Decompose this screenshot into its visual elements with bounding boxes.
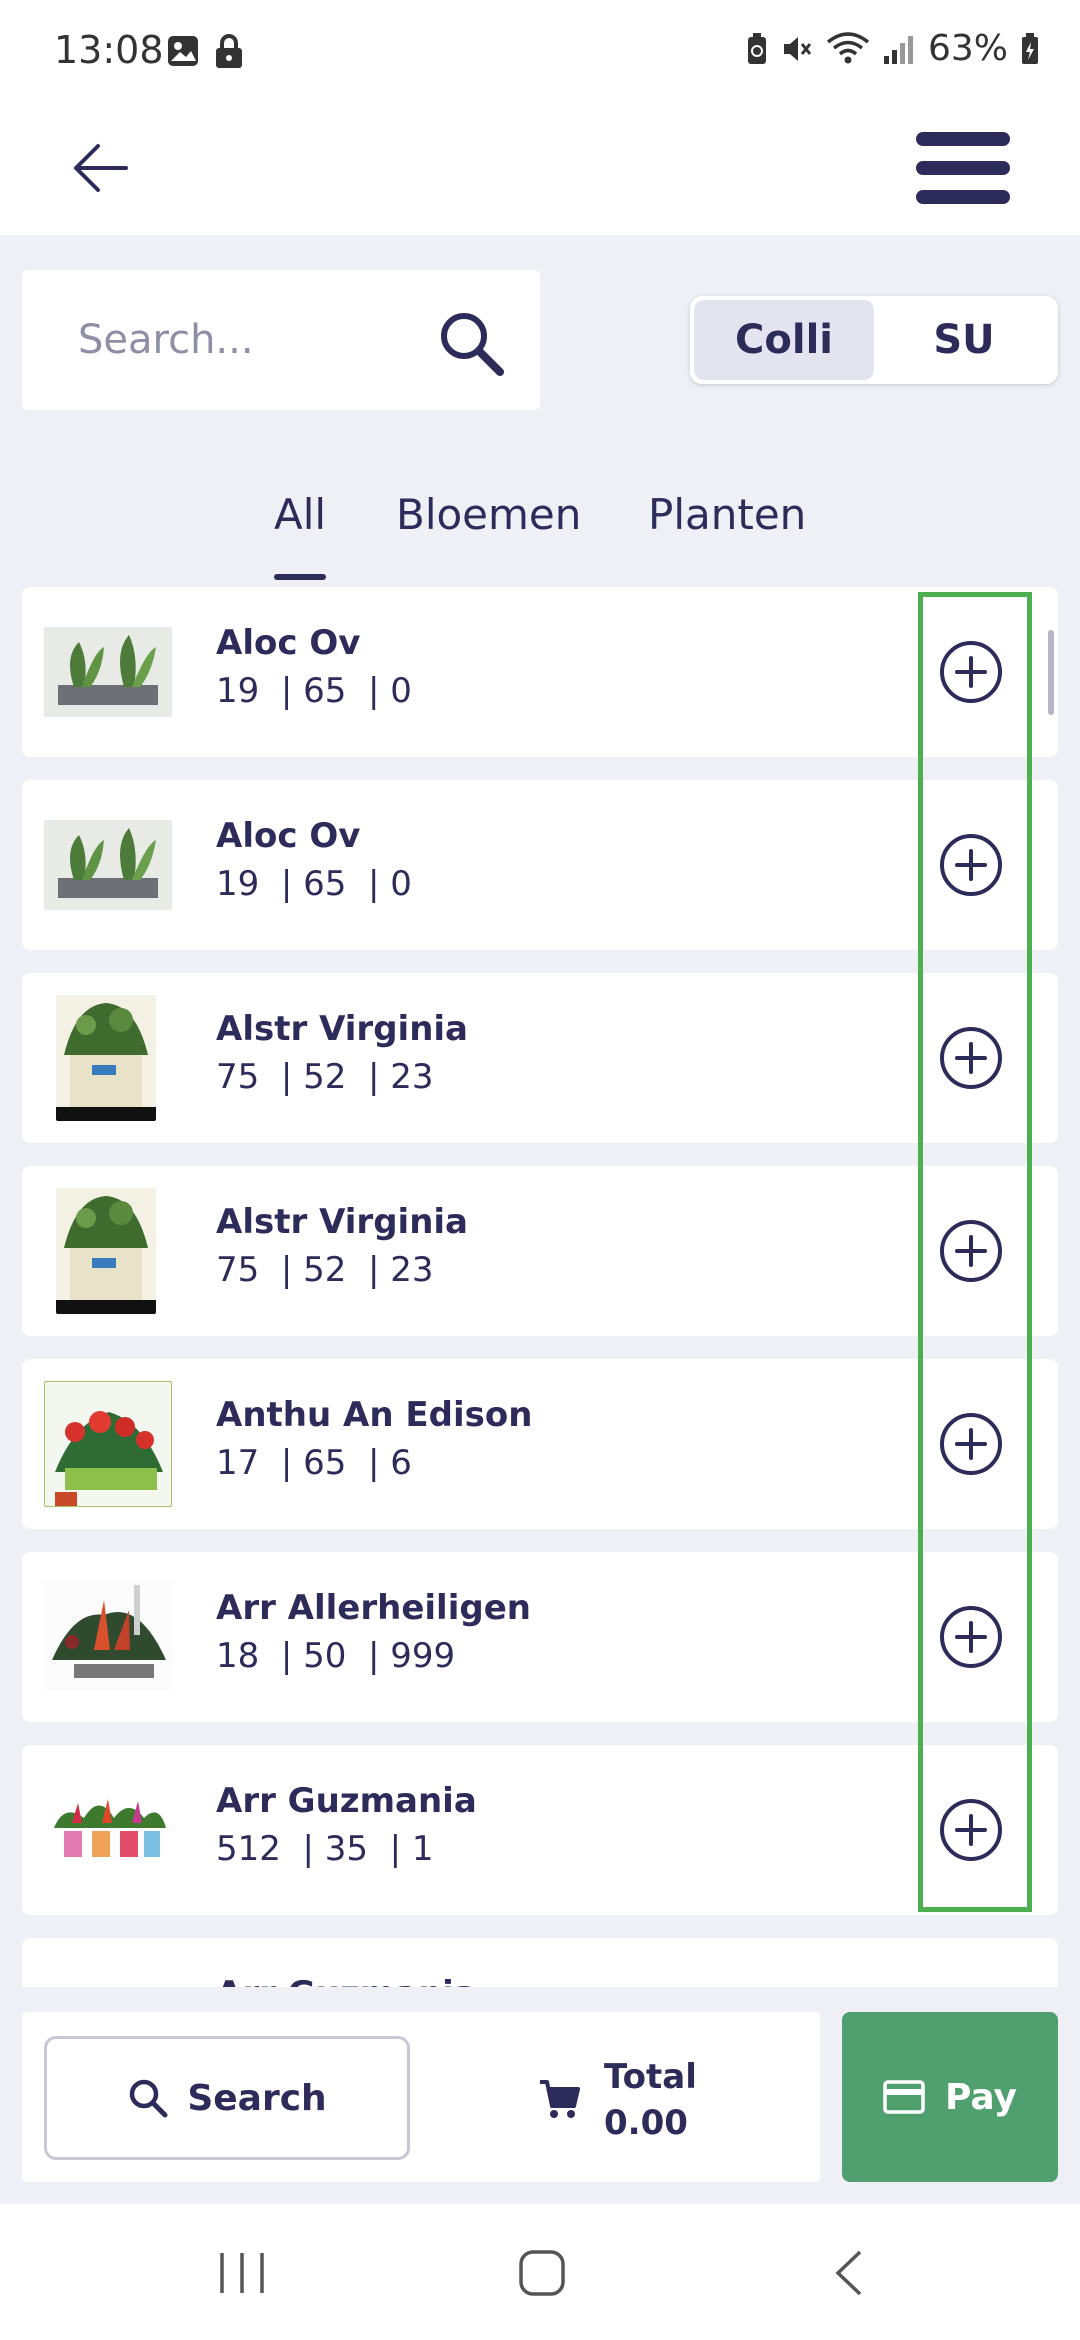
gallery-icon (168, 36, 198, 66)
list-scrollbar[interactable] (1048, 630, 1054, 715)
category-tabs: All Bloemen Planten (0, 480, 1080, 580)
credit-card-icon (883, 2080, 925, 2114)
home-icon[interactable] (512, 2248, 572, 2298)
hamburger-icon (916, 132, 1010, 146)
signal-icon (883, 35, 913, 64)
active-tab-indicator (274, 574, 326, 580)
product-stats: 75 | 52 | 23 (216, 1057, 434, 1097)
product-name: Aloc Ov (216, 816, 361, 856)
product-name: Alstr Virginia (216, 1009, 468, 1049)
mute-icon (783, 36, 812, 61)
product-name: Arr Guzmania (216, 1974, 477, 1987)
product-name: Aloc Ov (216, 623, 361, 663)
search-input[interactable] (78, 310, 408, 370)
product-stats: 18 | 50 | 999 (216, 1636, 456, 1676)
app-bar (0, 100, 1080, 235)
tab-all[interactable]: All (274, 490, 326, 539)
bottom-search-label: Search (187, 2077, 327, 2119)
product-stats: 512 | 35 | 1 (216, 1829, 434, 1869)
cart-icon (540, 2080, 580, 2118)
product-image (44, 1773, 172, 1883)
arrow-left-icon (74, 144, 128, 192)
product-stats: 19 | 65 | 0 (216, 864, 412, 904)
battery-saver-icon (747, 32, 766, 64)
total-value: 0.00 (604, 2103, 688, 2143)
list-item[interactable]: Arr Guzmania (22, 1938, 1058, 1987)
product-stats: 19 | 65 | 0 (216, 671, 412, 711)
product-name: Anthu An Edison (216, 1395, 533, 1435)
bottom-bar: Search Total 0.00 (22, 2012, 820, 2182)
back-nav-icon[interactable] (820, 2248, 880, 2298)
product-stats: 17 | 65 | 6 (216, 1443, 412, 1483)
pay-button[interactable]: Pay (842, 2012, 1058, 2182)
search-button[interactable] (434, 306, 506, 378)
bottom-search-button[interactable]: Search (44, 2036, 410, 2160)
unit-toggle: Colli SU (690, 296, 1058, 384)
product-image (44, 1381, 172, 1507)
back-button[interactable] (60, 128, 140, 208)
status-notification-icons (166, 34, 244, 70)
pay-label: Pay (944, 2076, 1018, 2118)
product-stats: 75 | 52 | 23 (216, 1250, 434, 1290)
lock-icon (216, 34, 242, 68)
search-icon (441, 313, 504, 376)
product-name: Alstr Virginia (216, 1202, 468, 1242)
status-system-icons: 63% (746, 28, 1040, 69)
search-icon (130, 2079, 168, 2118)
product-image (56, 1188, 156, 1314)
recent-apps-icon[interactable] (212, 2248, 272, 2298)
total-label: Total (604, 2057, 697, 2097)
status-time: 13:08 (54, 28, 164, 72)
battery-icon (1022, 32, 1038, 64)
tab-planten[interactable]: Planten (648, 490, 806, 539)
list-item[interactable]: Anthu An Edison 17 | 65 | 6 (22, 1359, 1058, 1529)
list-item[interactable]: Aloc Ov 19 | 65 | 0 (22, 587, 1058, 757)
wifi-icon (826, 31, 870, 63)
status-bar: 13:08 63% (0, 0, 1080, 100)
add-buttons-highlight (918, 592, 1032, 1912)
product-name: Arr Allerheiligen (216, 1588, 531, 1628)
search-box (22, 270, 540, 410)
list-item[interactable]: Alstr Virginia 75 | 52 | 23 (22, 973, 1058, 1143)
list-item[interactable]: Arr Allerheiligen 18 | 50 | 999 (22, 1552, 1058, 1722)
product-image (44, 627, 172, 717)
list-item[interactable]: Aloc Ov 19 | 65 | 0 (22, 780, 1058, 950)
product-image (44, 1580, 172, 1690)
product-list: Aloc Ov 19 | 65 | 0 Aloc Ov 19 | 65 | 0 … (22, 587, 1058, 1987)
toggle-colli[interactable]: Colli (694, 300, 874, 380)
list-item[interactable]: Arr Guzmania 512 | 35 | 1 (22, 1745, 1058, 1915)
cart-total[interactable]: Total 0.00 (538, 2054, 697, 2146)
list-item[interactable]: Alstr Virginia 75 | 52 | 23 (22, 1166, 1058, 1336)
toggle-su[interactable]: SU (874, 300, 1054, 380)
battery-percent: 63% (927, 28, 1008, 69)
product-name: Arr Guzmania (216, 1781, 477, 1821)
tab-bloemen[interactable]: Bloemen (396, 490, 581, 539)
system-nav-bar (0, 2204, 1080, 2340)
product-image (56, 995, 156, 1121)
product-image (44, 820, 172, 910)
menu-button[interactable] (916, 120, 1010, 216)
